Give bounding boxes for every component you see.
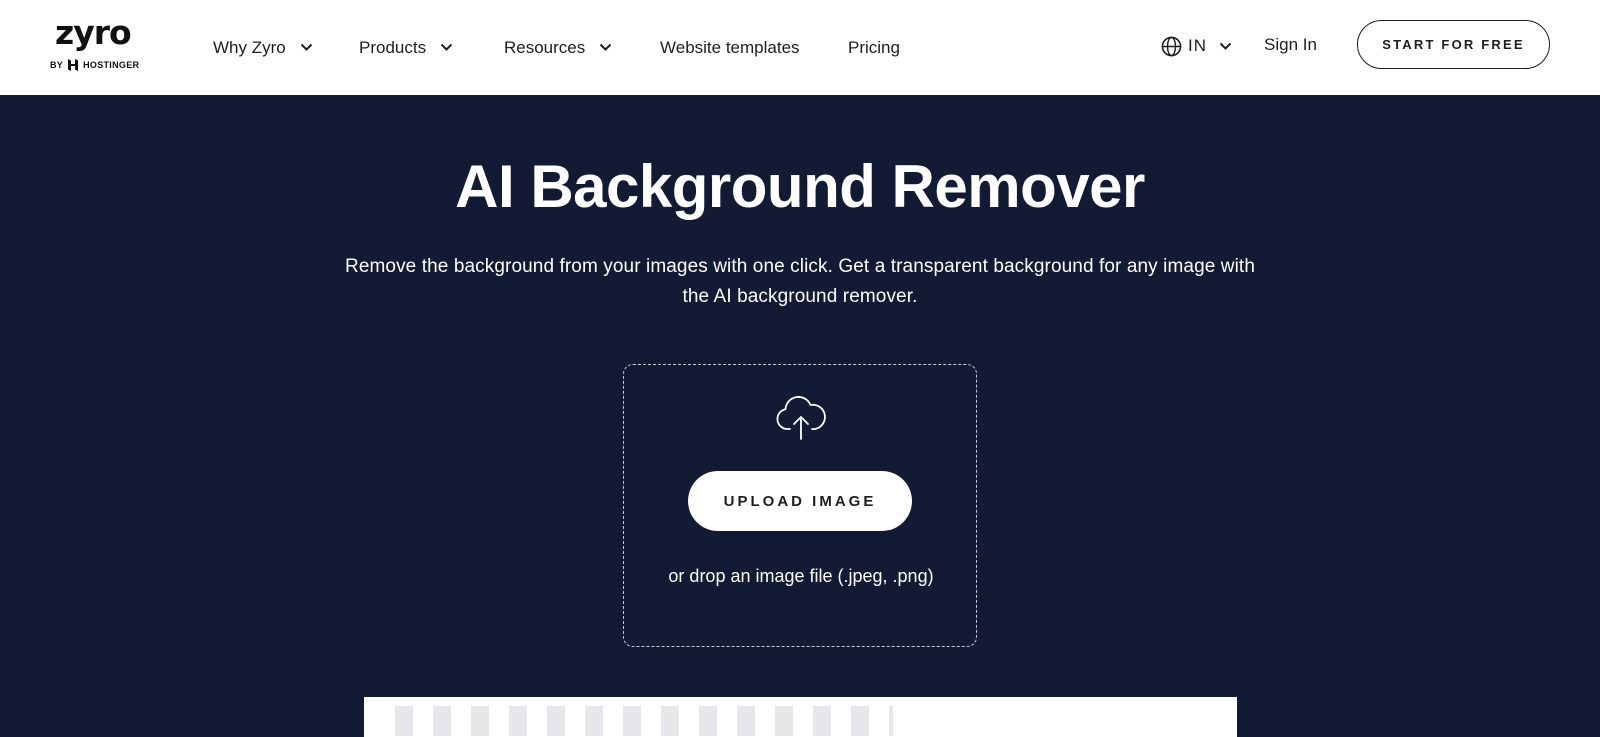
chevron-down-icon bbox=[300, 43, 312, 51]
language-selector[interactable]: IN bbox=[1161, 0, 1232, 92]
nav-item-why-zyro[interactable]: Why Zyro bbox=[213, 0, 313, 95]
nav-item-label: Resources bbox=[504, 37, 586, 57]
hero-subtitle: Remove the background from your images w… bbox=[345, 256, 1255, 307]
globe-icon bbox=[1161, 36, 1182, 56]
nav-item-label: Website templates bbox=[660, 37, 800, 57]
nav-item-pricing[interactable]: Pricing bbox=[848, 0, 900, 95]
page-title: AI Background Remover bbox=[455, 153, 1145, 220]
chevron-down-icon bbox=[1219, 42, 1232, 50]
upload-image-button[interactable]: UPLOAD IMAGE bbox=[688, 471, 912, 531]
nav-item-website-templates[interactable]: Website templates bbox=[660, 0, 800, 95]
zyro-logo[interactable]: zyro BY HOSTINGER bbox=[50, 13, 145, 76]
chevron-down-icon bbox=[440, 43, 453, 51]
start-for-free-button[interactable]: START FOR FREE bbox=[1357, 20, 1550, 69]
sign-in-link[interactable]: Sign In bbox=[1264, 0, 1317, 90]
language-label: IN bbox=[1188, 36, 1207, 55]
image-dropzone[interactable]: UPLOAD IMAGE or drop an image file (.jpe… bbox=[623, 364, 977, 647]
cloud-upload-icon bbox=[776, 396, 826, 440]
chevron-down-icon bbox=[600, 43, 612, 51]
nav-item-products[interactable]: Products bbox=[359, 0, 453, 95]
drop-file-hint: or drop an image file (.jpeg, .png) bbox=[668, 566, 934, 586]
logo-wordmark: zyro bbox=[55, 13, 132, 52]
nav-item-label: Pricing bbox=[848, 37, 900, 57]
nav-item-label: Why Zyro bbox=[213, 37, 286, 57]
top-navigation-bar: zyro BY HOSTINGER Why Zyro Products Reso… bbox=[0, 0, 1600, 95]
logo-brand-text: HOSTINGER bbox=[83, 60, 140, 70]
nav-item-label: Products bbox=[359, 37, 427, 57]
nav-item-resources[interactable]: Resources bbox=[504, 0, 612, 95]
logo-by-text: BY bbox=[50, 60, 64, 70]
hostinger-logo-icon bbox=[68, 59, 79, 71]
transparent-checkerboard-pattern bbox=[395, 706, 935, 736]
logo-byline: BY HOSTINGER bbox=[50, 59, 139, 71]
